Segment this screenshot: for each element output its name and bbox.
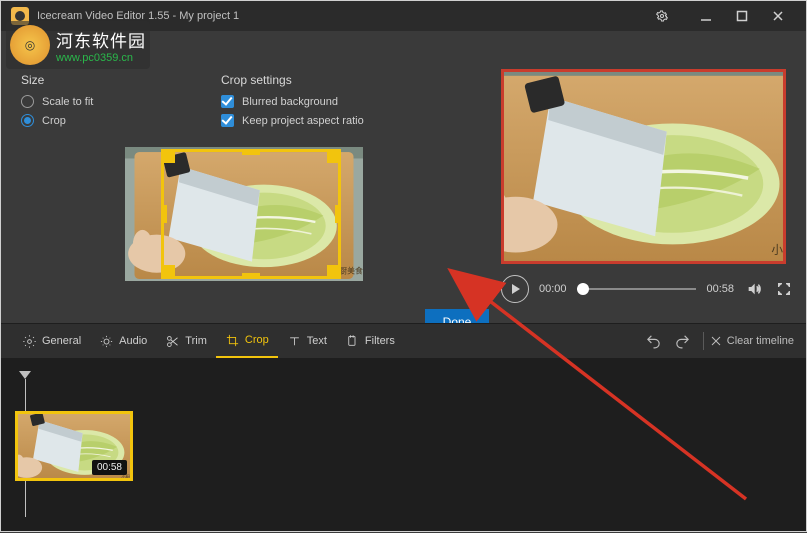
blurred-bg-checkbox[interactable]: Blurred background xyxy=(221,95,371,108)
clear-timeline-button[interactable]: Clear timeline xyxy=(710,335,794,347)
crop-handle-bm[interactable] xyxy=(242,273,260,279)
crop-settings-heading: Crop settings xyxy=(221,73,371,87)
tab-trim-label: Trim xyxy=(185,335,207,347)
divider xyxy=(703,332,704,350)
redo-button[interactable] xyxy=(668,333,697,350)
crop-handle-tr[interactable] xyxy=(327,149,341,163)
crop-handle-tm[interactable] xyxy=(242,149,260,155)
blurred-bg-label: Blurred background xyxy=(242,96,338,108)
tab-crop[interactable]: Crop xyxy=(216,324,278,358)
tab-audio-label: Audio xyxy=(119,335,147,347)
crop-handle-br[interactable] xyxy=(327,265,341,279)
scale-to-fit-label: Scale to fit xyxy=(42,96,93,108)
tab-crop-label: Crop xyxy=(245,334,269,346)
watermark-text-1: 河东软件园 xyxy=(56,27,146,52)
crop-handle-tl[interactable] xyxy=(161,149,175,163)
crop-preview[interactable] xyxy=(125,147,363,281)
size-heading: Size xyxy=(21,73,171,87)
crop-handle-lm[interactable] xyxy=(161,205,167,223)
watermark-overlay: ◎ 河东软件园 www.pc0359.cn xyxy=(6,21,150,69)
crop-label: Crop xyxy=(42,115,66,127)
undo-button[interactable] xyxy=(639,333,668,350)
crop-selection[interactable] xyxy=(161,149,341,279)
seek-bar[interactable] xyxy=(577,288,697,290)
keep-aspect-label: Keep project aspect ratio xyxy=(242,115,364,127)
current-time: 00:00 xyxy=(539,283,567,295)
tab-trim[interactable]: Trim xyxy=(156,324,216,358)
timeline-ruler[interactable] xyxy=(15,377,792,397)
tab-filters[interactable]: Filters xyxy=(336,324,404,358)
checkbox-icon xyxy=(221,114,234,127)
volume-button[interactable] xyxy=(744,281,764,297)
close-button[interactable] xyxy=(760,1,796,31)
scale-to-fit-radio[interactable]: Scale to fit xyxy=(21,95,171,108)
clip-duration: 00:58 xyxy=(92,460,127,475)
video-preview xyxy=(501,69,786,264)
seek-knob[interactable] xyxy=(577,283,589,295)
checkbox-icon xyxy=(221,95,234,108)
crop-handle-bl[interactable] xyxy=(161,265,175,279)
playhead[interactable] xyxy=(19,371,31,379)
tab-general[interactable]: General xyxy=(13,324,90,358)
tab-text[interactable]: Text xyxy=(278,324,336,358)
crop-handle-rm[interactable] xyxy=(335,205,341,223)
tab-audio[interactable]: Audio xyxy=(90,324,156,358)
crop-radio[interactable]: Crop xyxy=(21,114,171,127)
radio-icon xyxy=(21,114,34,127)
fullscreen-button[interactable] xyxy=(774,281,794,297)
tab-text-label: Text xyxy=(307,335,327,347)
radio-icon xyxy=(21,95,34,108)
keep-aspect-checkbox[interactable]: Keep project aspect ratio xyxy=(221,114,371,127)
minimize-button[interactable] xyxy=(688,1,724,31)
tab-filters-label: Filters xyxy=(365,335,395,347)
play-button[interactable] xyxy=(501,275,529,303)
tab-general-label: General xyxy=(42,335,81,347)
total-time: 00:58 xyxy=(706,283,734,295)
watermark-icon: ◎ xyxy=(10,25,50,65)
maximize-button[interactable] xyxy=(724,1,760,31)
watermark-text-2: www.pc0359.cn xyxy=(56,52,146,64)
timeline-clip[interactable]: 00:58 xyxy=(15,411,133,481)
settings-button[interactable] xyxy=(644,1,680,31)
clear-timeline-label: Clear timeline xyxy=(727,335,794,347)
